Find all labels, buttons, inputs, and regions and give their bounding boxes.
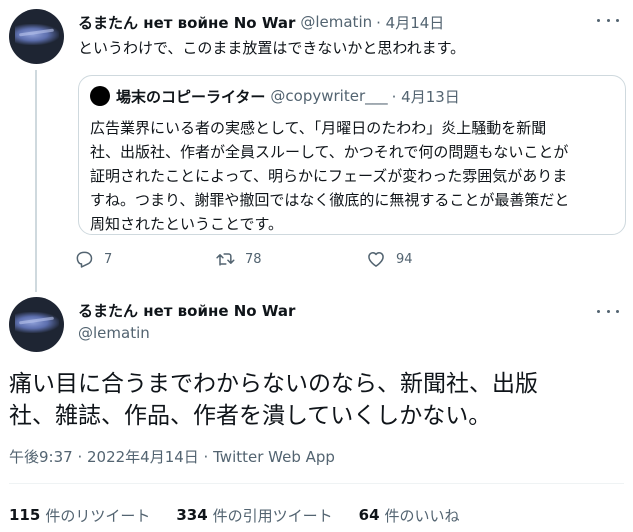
tweet-timestamp[interactable]: 午後9:37 · 2022年4月14日 ·	[9, 448, 208, 466]
quotes-stat[interactable]: 334 件の引用ツイート	[176, 505, 332, 526]
thread-connector	[35, 70, 37, 292]
tweet-header: るまたん нет войне No War @lematin · 4月14日	[78, 11, 444, 33]
main-text-line: 痛い目に合うまでわからないのなら、新聞社、出版	[9, 371, 538, 397]
quoted-text-line: 広告業界にいる者の実感として、「月曜日のたわわ」炎上騒動を新聞	[90, 119, 547, 137]
main-text-line: 社、雑誌、作品、作者を潰していくしかない。	[9, 403, 492, 429]
likes-label: 件のいいね	[384, 506, 460, 525]
tweet-text: というわけで、このまま放置はできないかと思われます。	[78, 39, 466, 57]
quotes-label: 件の引用ツイート	[212, 506, 333, 525]
parent-tweet[interactable]: るまたん нет войне No War @lematin · 4月14日 と…	[0, 0, 633, 292]
reply-icon	[76, 251, 93, 268]
quoted-user-avatar	[90, 86, 110, 106]
retweet-count: 78	[245, 251, 262, 267]
tweet-timestamp-row: 午後9:37 · 2022年4月14日 · Twitter Web App	[9, 446, 335, 467]
retweets-count: 115	[9, 506, 41, 524]
quoted-text-line: 社、出版社、作者が全員スルーして、かつそれで何の問題もないことが	[90, 143, 569, 161]
quoted-tweet[interactable]: 場末のコピーライター @copywriter___ · 4月13日 広告業界にい…	[78, 75, 626, 235]
heart-icon	[368, 252, 384, 267]
retweets-stat[interactable]: 115 件のリツイート	[9, 505, 150, 526]
likes-count: 64	[358, 506, 380, 524]
quoted-text-line: すね。つまり、謝罪や撤回ではなく徹底的に無視することが最善策だと	[90, 191, 570, 209]
retweet-icon	[216, 253, 235, 266]
like-button[interactable]: 94	[366, 247, 413, 271]
quoted-text-line: 証明されたことによって、明らかにフェーズが変わった雰囲気がありま	[90, 167, 568, 185]
quoted-user-handle: @copywriter___	[270, 87, 388, 105]
quoted-tweet-date: · 4月13日	[391, 87, 460, 106]
main-more-options-icon[interactable]	[597, 303, 619, 319]
source-app-link[interactable]: Twitter Web App	[213, 448, 335, 466]
quoted-display-name: 場末のコピーライター	[116, 87, 266, 106]
likes-stat[interactable]: 64 件のいいね	[359, 505, 460, 526]
reply-count: 7	[104, 251, 113, 267]
display-name[interactable]: るまたん нет войне No War	[78, 12, 295, 33]
tweet-actions: 7 78 94	[74, 247, 474, 271]
main-user-handle[interactable]: @lematin	[78, 324, 150, 342]
user-avatar[interactable]	[9, 9, 64, 64]
quoted-text-line: 周知されたということです。	[90, 215, 284, 233]
like-count: 94	[396, 251, 413, 267]
tweet-date[interactable]: · 4月14日	[376, 12, 444, 33]
main-display-name[interactable]: るまたん нет войне No War	[78, 300, 295, 321]
user-handle[interactable]: @lematin	[300, 13, 372, 31]
reply-button[interactable]: 7	[74, 247, 112, 271]
more-options-icon[interactable]	[597, 12, 619, 28]
quotes-count: 334	[176, 506, 208, 524]
main-user-avatar[interactable]	[9, 297, 64, 352]
tweet-stats: 115 件のリツイート 334 件の引用ツイート 64 件のいいね	[9, 505, 486, 525]
quoted-tweet-text: 広告業界にいる者の実感として、「月曜日のたわわ」炎上騒動を新聞 社、出版社、作者…	[90, 116, 620, 236]
quoted-tweet-header: 場末のコピーライター @copywriter___ · 4月13日	[90, 84, 460, 108]
main-tweet-text: 痛い目に合うまでわからないのなら、新聞社、出版 社、雑誌、作品、作者を潰していく…	[9, 368, 624, 432]
divider	[9, 483, 624, 484]
retweets-label: 件のリツイート	[45, 506, 151, 525]
retweet-button[interactable]: 78	[215, 247, 262, 271]
